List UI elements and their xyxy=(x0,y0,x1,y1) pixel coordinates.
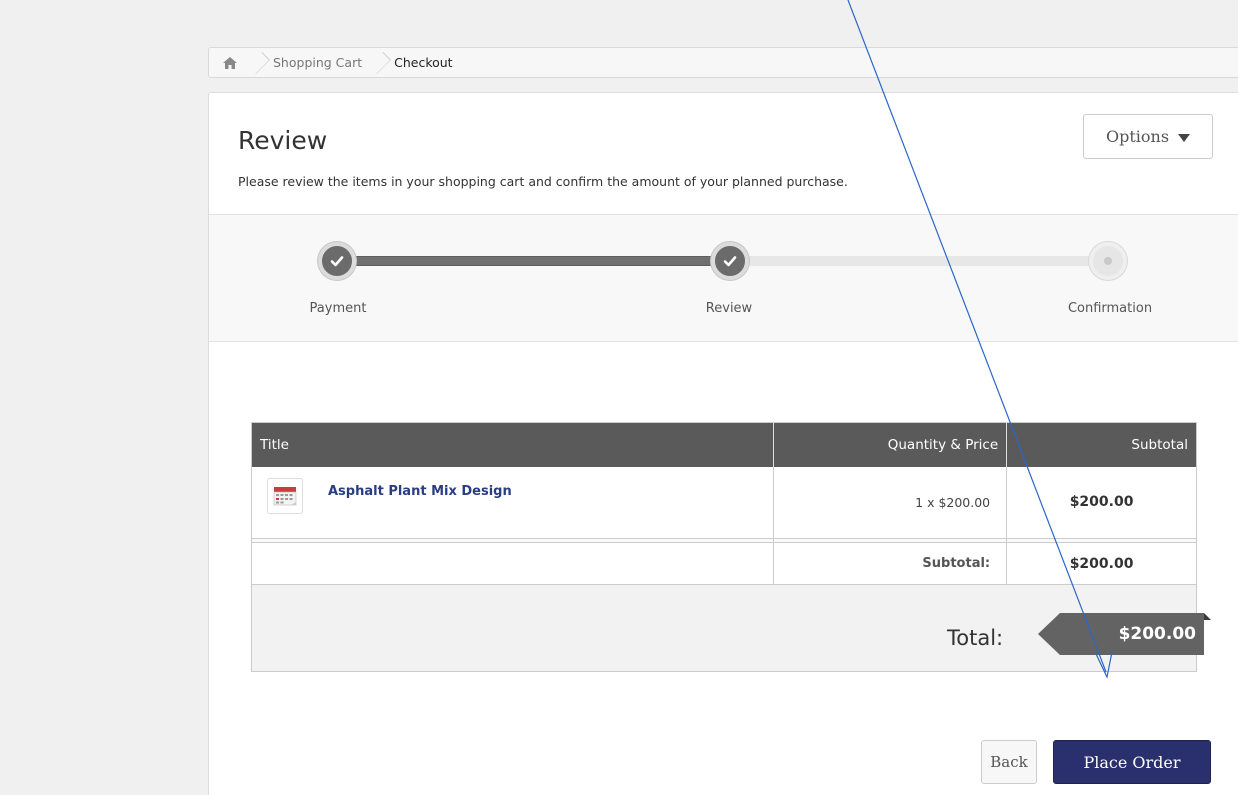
back-button[interactable]: Back xyxy=(981,740,1037,784)
step-payment-marker xyxy=(318,242,356,280)
table-row: Asphalt Plant Mix Design 1 x $200.00 $20… xyxy=(251,466,1197,539)
home-icon xyxy=(223,56,237,69)
check-icon xyxy=(723,256,737,267)
page-subtitle: Please review the items in your shopping… xyxy=(238,174,848,189)
step-review-marker xyxy=(711,242,749,280)
options-button-label: Options xyxy=(1105,127,1170,146)
step-label-confirmation: Confirmation xyxy=(1067,301,1153,316)
caret-down-icon xyxy=(1178,133,1191,142)
breadcrumb-separator xyxy=(372,48,384,77)
item-title-link[interactable]: Asphalt Plant Mix Design xyxy=(328,484,512,499)
subtotal-row: Subtotal: $200.00 xyxy=(251,542,1197,585)
column-header-title: Title xyxy=(251,422,775,467)
breadcrumb: Shopping Cart Checkout xyxy=(208,47,1238,78)
column-header-quantity-price: Quantity & Price xyxy=(773,422,1008,467)
total-value: $200.00 xyxy=(1118,624,1196,644)
breadcrumb-shopping-cart[interactable]: Shopping Cart xyxy=(263,48,372,77)
subtotal-empty-cell xyxy=(251,542,775,585)
breadcrumb-separator xyxy=(251,48,263,77)
subtotal-label: Subtotal: xyxy=(773,542,1008,585)
item-quantity-price: 1 x $200.00 xyxy=(773,466,1008,539)
item-subtotal: $200.00 xyxy=(1006,466,1197,539)
check-icon xyxy=(330,256,344,267)
pending-dot-icon xyxy=(1104,257,1112,265)
step-label-payment: Payment xyxy=(309,301,367,316)
options-button[interactable]: Options xyxy=(1083,114,1213,159)
step-label-review: Review xyxy=(705,301,753,316)
checkout-stepper: Payment Review Confirmation xyxy=(209,214,1238,342)
subtotal-value: $200.00 xyxy=(1006,542,1197,585)
column-header-subtotal: Subtotal xyxy=(1006,422,1197,467)
calendar-icon xyxy=(267,477,303,514)
page-title: Review xyxy=(238,126,328,155)
table-header-row: Title Quantity & Price Subtotal xyxy=(251,422,1197,467)
place-order-button[interactable]: Place Order xyxy=(1053,740,1211,784)
item-title-cell: Asphalt Plant Mix Design xyxy=(251,466,775,539)
review-card: Review Please review the items in your s… xyxy=(208,92,1238,795)
stage: Shopping Cart Checkout Review Please rev… xyxy=(0,0,1238,795)
breadcrumb-home[interactable] xyxy=(209,48,251,77)
stepper-progress xyxy=(337,256,732,266)
breadcrumb-checkout: Checkout xyxy=(394,55,453,70)
step-confirmation-marker xyxy=(1089,242,1127,280)
total-label: Total: xyxy=(947,626,1004,650)
total-value-ribbon: $200.00 xyxy=(1038,613,1211,655)
